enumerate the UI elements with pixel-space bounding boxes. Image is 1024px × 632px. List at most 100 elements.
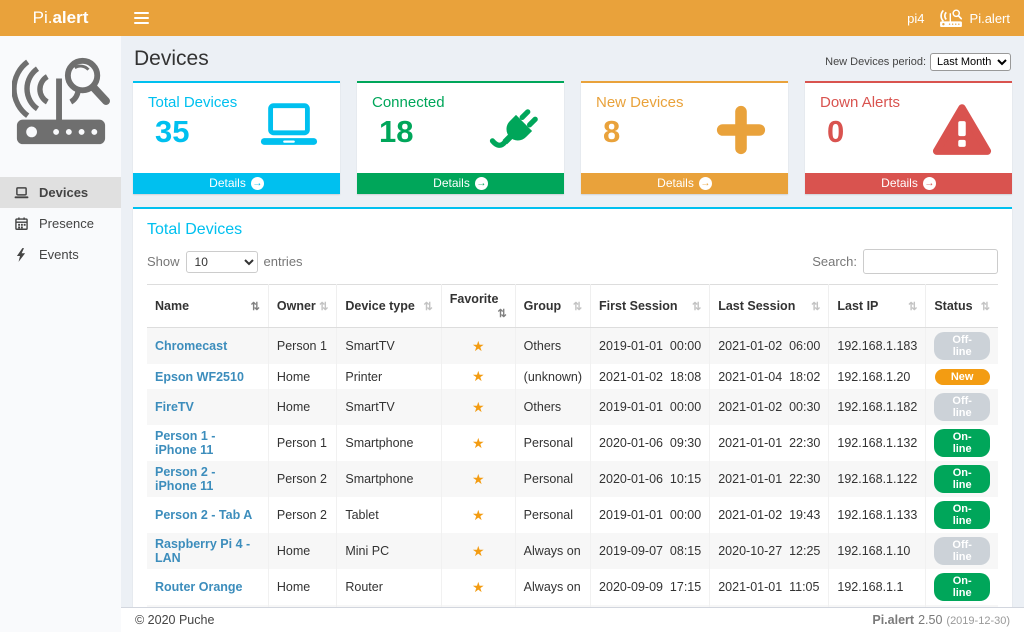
cell-name: Epson WF2510 bbox=[147, 364, 268, 389]
cell-date: 2020-01-06 10:15 bbox=[591, 461, 710, 497]
column-label: Device type bbox=[345, 299, 414, 313]
column-header-first-session[interactable]: First Session⇅ bbox=[591, 285, 710, 328]
table-row: FireTVHomeSmartTV★Others2019-01-01 00:00… bbox=[147, 389, 998, 425]
cell-fav: ★ bbox=[441, 328, 515, 365]
details-label: Details bbox=[209, 173, 246, 194]
sidebar-toggle-icon[interactable] bbox=[121, 0, 161, 36]
details-button[interactable]: Details → bbox=[133, 173, 340, 194]
show-label: Show bbox=[147, 254, 180, 269]
cell-date: 2021-01-02 19:43 bbox=[710, 497, 829, 533]
column-header-last-ip[interactable]: Last IP⇅ bbox=[829, 285, 926, 328]
cell-date: 2021-01-01 11:05 bbox=[710, 569, 829, 605]
sidebar-item-presence[interactable]: Presence bbox=[0, 208, 121, 239]
table-body: ChromecastPerson 1SmartTV★Others2019-01-… bbox=[147, 328, 998, 608]
cell-date: 2021-01-01 22:30 bbox=[710, 461, 829, 497]
app-logo bbox=[0, 36, 121, 171]
calendar-icon bbox=[13, 217, 29, 230]
cell-date: 2019-01-01 00:00 bbox=[591, 497, 710, 533]
card-down-alerts: Down Alerts 0 Details→ bbox=[805, 81, 1012, 194]
device-link[interactable]: Person 2 - iPhone 11 bbox=[155, 465, 215, 493]
cell-group: Personal bbox=[515, 497, 590, 533]
favorite-star-icon: ★ bbox=[472, 471, 485, 487]
sort-icon: ⇅ bbox=[251, 300, 260, 313]
favorite-star-icon: ★ bbox=[472, 368, 485, 384]
sort-icon: ⇅ bbox=[319, 300, 328, 313]
column-header-name[interactable]: Name⇅ bbox=[147, 285, 268, 328]
cell-owner: Home bbox=[268, 389, 336, 425]
cell-type: SmartTV bbox=[337, 389, 441, 425]
column-label: Favorite bbox=[450, 292, 499, 306]
device-link[interactable]: Epson WF2510 bbox=[155, 370, 244, 384]
version-number: 2.50 bbox=[918, 613, 942, 627]
status-badge: On-line bbox=[934, 465, 990, 493]
column-header-favorite[interactable]: Favorite⇅ bbox=[441, 285, 515, 328]
device-link[interactable]: Person 1 - iPhone 11 bbox=[155, 429, 215, 457]
cell-owner: Person 2 bbox=[268, 497, 336, 533]
cell-group: Personal bbox=[515, 425, 590, 461]
cell-owner: Home bbox=[268, 533, 336, 569]
details-button[interactable]: Details→ bbox=[805, 173, 1012, 194]
column-header-group[interactable]: Group⇅ bbox=[515, 285, 590, 328]
arrow-circle-right-icon: → bbox=[251, 177, 264, 190]
cell-group: Always on bbox=[515, 569, 590, 605]
cell-fav: ★ bbox=[441, 425, 515, 461]
sort-icon: ⇅ bbox=[424, 300, 433, 313]
cell-ip: 192.168.1.132 bbox=[829, 425, 926, 461]
details-button[interactable]: Details→ bbox=[357, 173, 564, 194]
plug-icon bbox=[488, 103, 544, 162]
column-label: Status bbox=[934, 299, 972, 313]
period-select[interactable]: Last Month bbox=[930, 53, 1011, 71]
cell-type: Mini PC bbox=[337, 533, 441, 569]
cell-date: 2019-09-07 08:15 bbox=[591, 533, 710, 569]
devices-table: Name⇅Owner⇅Device type⇅Favorite⇅Group⇅Fi… bbox=[147, 284, 998, 607]
device-link[interactable]: Chromecast bbox=[155, 339, 227, 353]
column-header-last-session[interactable]: Last Session⇅ bbox=[710, 285, 829, 328]
sidebar-item-label: Presence bbox=[39, 216, 94, 231]
details-button[interactable]: Details→ bbox=[581, 173, 788, 194]
search-input[interactable] bbox=[863, 249, 998, 274]
cell-date: 2020-10-27 12:25 bbox=[710, 533, 829, 569]
cell-owner: Person 1 bbox=[268, 328, 336, 365]
brand-logo[interactable]: Pi.alert bbox=[0, 8, 121, 28]
column-header-status[interactable]: Status ⇅ bbox=[926, 285, 998, 328]
page-length-select[interactable]: 10 bbox=[186, 251, 258, 273]
cell-date: 2020-01-06 09:30 bbox=[591, 425, 710, 461]
details-label: Details bbox=[433, 173, 470, 194]
sort-icon: ⇅ bbox=[981, 300, 990, 313]
cell-type: Tablet bbox=[337, 497, 441, 533]
page-title: Devices bbox=[134, 47, 209, 71]
cell-type: SmartTV bbox=[337, 328, 441, 365]
cell-date: 2020-09-09 17:15 bbox=[591, 569, 710, 605]
sidebar-item-devices[interactable]: Devices bbox=[0, 177, 121, 208]
cell-ip: 192.168.1.183 bbox=[829, 328, 926, 365]
status-badge: On-line bbox=[934, 501, 990, 529]
card-connected: Connected 18 Details→ bbox=[357, 81, 564, 194]
cell-date: 2021-01-02 00:30 bbox=[710, 389, 829, 425]
cell-name: Person 1 - iPhone 11 bbox=[147, 425, 268, 461]
cell-status: On-line bbox=[926, 569, 998, 605]
sort-icon: ⇅ bbox=[692, 300, 701, 313]
column-header-owner[interactable]: Owner⇅ bbox=[268, 285, 336, 328]
cell-name: FireTV bbox=[147, 389, 268, 425]
cell-name: Chromecast bbox=[147, 328, 268, 365]
device-link[interactable]: Raspberry Pi 4 - LAN bbox=[155, 537, 250, 565]
cell-status: On-line bbox=[926, 425, 998, 461]
cell-ip: 192.168.1.20 bbox=[829, 364, 926, 389]
device-link[interactable]: Person 2 - Tab A bbox=[155, 508, 252, 522]
favorite-star-icon: ★ bbox=[472, 543, 485, 559]
column-label: Group bbox=[524, 299, 562, 313]
user-menu[interactable]: Pi.alert bbox=[939, 9, 1010, 28]
cell-date: 2021-01-04 18:02 bbox=[710, 364, 829, 389]
cell-status: On-line bbox=[926, 497, 998, 533]
favorite-star-icon: ★ bbox=[472, 338, 485, 354]
cell-type: Router bbox=[337, 569, 441, 605]
table-row: Person 2 - iPhone 11Person 2Smartphone★P… bbox=[147, 461, 998, 497]
device-link[interactable]: Router Orange bbox=[155, 580, 243, 594]
cell-status: Off-line bbox=[926, 328, 998, 365]
cell-name: Person 2 - iPhone 11 bbox=[147, 461, 268, 497]
cell-owner: Home bbox=[268, 364, 336, 389]
cell-fav: ★ bbox=[441, 389, 515, 425]
sidebar-item-events[interactable]: Events bbox=[0, 239, 121, 270]
column-header-device-type[interactable]: Device type ⇅ bbox=[337, 285, 441, 328]
device-link[interactable]: FireTV bbox=[155, 400, 194, 414]
